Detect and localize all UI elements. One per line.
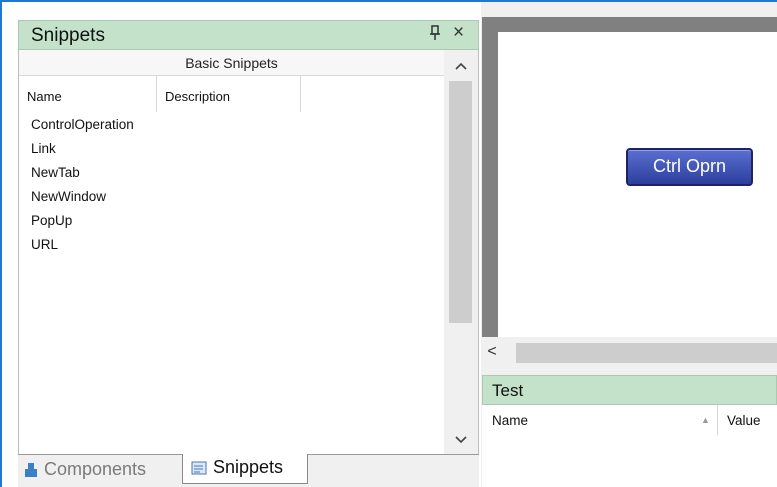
panel-tab-strip: Components Snippets (18, 454, 479, 487)
list-item[interactable]: NewWindow (31, 189, 106, 204)
snippets-title: Snippets (31, 25, 105, 46)
sort-ascending-icon[interactable]: ▲ (701, 415, 710, 425)
list-item[interactable]: NewTab (31, 165, 80, 180)
close-icon[interactable]: × (453, 22, 471, 44)
column-divider[interactable] (717, 405, 718, 435)
test-column-header-name[interactable]: Name (492, 413, 528, 428)
window-border-top (0, 0, 777, 2)
list-item[interactable]: PopUp (31, 213, 72, 228)
scroll-thumb[interactable] (516, 343, 777, 363)
column-header-description[interactable]: Description (157, 76, 301, 112)
column-header-row: Name Description (19, 76, 444, 112)
vertical-scrollbar[interactable] (444, 50, 478, 454)
scroll-up-icon[interactable] (444, 50, 478, 80)
test-title: Test (492, 381, 524, 400)
test-title-bar[interactable]: Test (482, 375, 777, 405)
snippets-content: Basic Snippets Name Description ControlO… (18, 50, 479, 454)
ctrl-oprn-button[interactable]: Ctrl Oprn (626, 148, 753, 186)
snippets-title-bar[interactable]: Snippets × (18, 20, 479, 50)
group-header[interactable]: Basic Snippets (19, 50, 444, 76)
group-header-label: Basic Snippets (185, 55, 278, 71)
components-icon (24, 462, 38, 478)
list-item[interactable]: Link (31, 141, 56, 156)
scroll-thumb[interactable] (449, 81, 472, 323)
list-item[interactable]: ControlOperation (31, 117, 134, 132)
tab-snippets-label: Snippets (213, 457, 284, 477)
list-item[interactable]: URL (31, 237, 58, 252)
tab-snippets[interactable]: Snippets (182, 454, 308, 484)
test-content: Name ▲ Value (482, 405, 777, 487)
tab-components[interactable]: Components (18, 455, 181, 485)
test-header-row: Name ▲ Value (482, 405, 777, 435)
tab-components-label: Components (44, 459, 147, 479)
horizontal-scrollbar[interactable]: < (482, 337, 777, 367)
window-border-left (0, 0, 2, 487)
scroll-down-icon[interactable] (444, 424, 478, 454)
snippets-icon (191, 460, 207, 476)
pin-icon[interactable] (429, 24, 443, 44)
scroll-left-icon[interactable]: < (482, 337, 502, 367)
column-header-name[interactable]: Name (19, 76, 157, 112)
test-column-header-value[interactable]: Value (727, 413, 761, 428)
